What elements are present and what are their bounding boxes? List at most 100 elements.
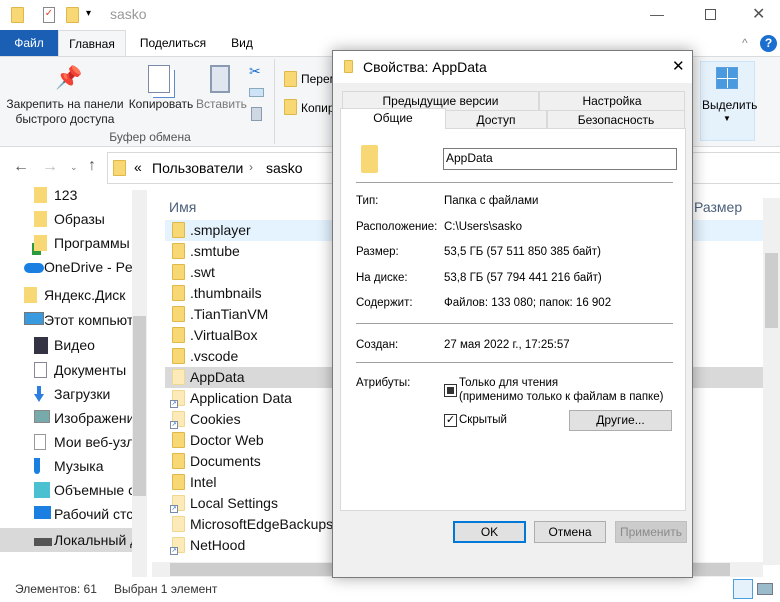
item-count: Элементов: 61 [15,582,97,596]
new-folder-quick-icon[interactable] [66,7,79,23]
tab-view[interactable]: Вид [220,30,264,56]
nav-item[interactable]: Загрузки [0,382,132,406]
minimize-button[interactable]: — [650,6,664,22]
forward-button[interactable]: → [42,158,58,176]
list-scroll-thumb[interactable] [765,253,778,328]
shortcut-arrow-icon: ↗ [170,547,178,555]
properties-dialog: Свойства: AppData ✕ Предыдущие версии На… [332,50,693,578]
tab-general[interactable]: Общие [340,108,446,129]
tab-share[interactable]: Поделиться [130,30,216,56]
folder-icon [34,187,47,203]
folder-icon [172,474,185,490]
move-to-icon [284,71,297,87]
tab-home[interactable]: Главная [58,30,126,57]
nav-item[interactable]: Рабочий стс [0,502,132,526]
apply-button[interactable]: Применить [615,521,687,543]
nav-item-label: Этот компьют [44,312,132,328]
advanced-button[interactable]: Другие... [569,410,672,431]
pin-quick-access-button[interactable]: Закрепить на панели быстрого доступа [6,97,124,127]
nav-item[interactable]: Документы [0,358,132,382]
select-button[interactable]: Выделить ▼ [700,61,758,141]
breadcrumb-sasko[interactable]: sasko [266,160,303,176]
tab-file[interactable]: Файл [0,30,58,56]
maximize-button[interactable] [705,9,716,20]
property-label: Расположение: [356,220,438,233]
property-value: C:\Users\sasko [444,220,522,233]
created-label: Создан: [356,339,399,351]
paste-button[interactable]: Вставить [196,97,247,112]
copy-button[interactable]: Копировать [127,97,195,112]
nav-scroll-thumb[interactable] [133,316,146,496]
column-header-name[interactable]: Имя [169,199,196,215]
ok-button[interactable]: OK [453,521,526,543]
copy-to-button[interactable]: Копир [301,101,335,115]
collapse-ribbon-icon[interactable]: ^ [742,36,748,50]
name-field[interactable]: AppData [443,148,677,170]
tab-customize[interactable]: Настройка [539,91,685,110]
tab-sharing[interactable]: Доступ [445,110,547,129]
onedrive-icon [24,263,44,273]
nav-item[interactable]: Локальный д [0,528,132,552]
customize-toolbar-icon[interactable]: ▾ [86,8,91,19]
nav-item[interactable]: Образы [0,207,132,231]
back-button[interactable]: ← [13,158,29,176]
hidden-checkbox[interactable]: ✓ [444,414,457,427]
help-icon[interactable]: ? [760,35,777,52]
divider [356,362,673,363]
select-label: Выделить [702,98,758,112]
file-name: .VirtualBox [190,327,258,343]
up-button[interactable]: ↑ [88,157,96,175]
nav-item[interactable]: Музыка [0,454,132,478]
properties-quick-icon[interactable]: ✓ [43,7,55,23]
pin-label-1: Закрепить на панели [6,97,124,111]
cut-icon[interactable]: ✂ [249,63,261,80]
column-header-size[interactable]: Размер [694,199,742,215]
computer-icon [24,312,44,325]
pin-label-2: быстрого доступа [15,112,115,126]
desktop-icon [34,506,51,519]
nav-item-label: 123 [54,187,78,203]
nav-item[interactable]: Изображени [0,406,132,430]
folder-icon [172,348,185,364]
nav-item[interactable]: Объемные с [0,478,132,502]
tab-security[interactable]: Безопасность [547,110,685,129]
details-view-button[interactable] [733,579,753,599]
nav-item[interactable]: Мои веб-узл [0,430,132,454]
nav-item[interactable]: OneDrive - Pe [0,255,132,279]
property-value: 53,5 ГБ (57 511 850 385 байт) [444,246,601,258]
divider [356,182,673,183]
nav-item[interactable]: Яндекс.Диск [0,283,132,307]
title-bar: ✓ ▾ sasko — ✕ [0,0,780,30]
readonly-checkbox[interactable] [444,384,457,397]
recent-locations-button[interactable]: ⌄ [70,162,78,173]
folder-icon [172,327,185,343]
file-name: .swt [190,264,215,280]
large-icons-view-button[interactable] [757,583,773,595]
paste-shortcut-icon[interactable] [251,107,262,121]
file-name: .TianTianVM [190,306,269,322]
file-name: AppData [190,369,245,385]
divider [356,323,673,324]
nav-item[interactable]: Этот компьют [0,308,132,332]
breadcrumb-users[interactable]: Пользователи [152,160,243,176]
breadcrumb-overflow[interactable]: « [134,159,142,175]
local-disk-icon [34,538,52,546]
nav-item[interactable]: 123 [0,183,132,207]
folder-icon [172,369,185,385]
nav-item-label: OneDrive - Pe [44,259,132,275]
general-panel: AppData Тип: Папка с файлами Расположение:… [340,128,686,511]
cancel-button[interactable]: Отмена [534,521,606,543]
list-vertical-scrollbar[interactable] [763,198,780,565]
nav-item[interactable]: Программы [0,231,132,255]
folder-icon [11,7,24,23]
nav-item-label: Программы [54,235,130,251]
nav-item[interactable]: Видео [0,333,132,357]
nav-scrollbar[interactable] [132,190,147,577]
chevron-right-icon[interactable]: › [249,160,253,174]
dialog-close-button[interactable]: ✕ [672,57,685,75]
ribbon-divider [274,59,275,144]
copy-path-icon[interactable] [249,88,264,97]
file-icon [34,434,46,450]
folder-icon [113,160,126,176]
close-button[interactable]: ✕ [752,4,765,24]
